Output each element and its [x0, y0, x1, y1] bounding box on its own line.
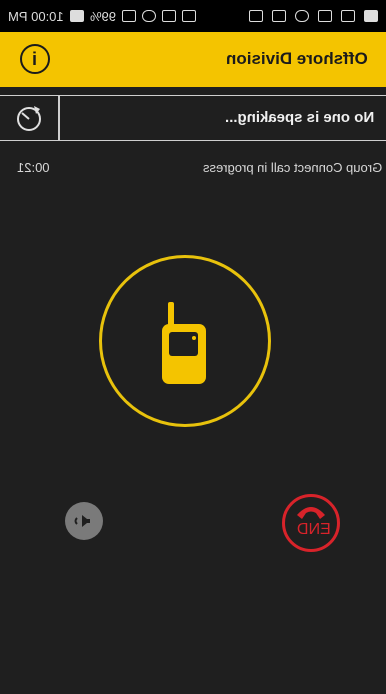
call-timer: 00:21: [17, 160, 50, 175]
message-icon: [364, 10, 378, 22]
wifi-icon: [141, 10, 156, 22]
end-label: END: [297, 521, 331, 538]
image-icon: [318, 10, 332, 22]
speaker-icon: [74, 515, 90, 527]
back-icon: [341, 10, 355, 22]
device-ring: [99, 255, 271, 427]
speaker-status: No one is speaking...: [224, 109, 374, 126]
battery-icon: [69, 10, 84, 22]
status-time: 10:00 PM: [8, 8, 64, 24]
page-title: Offshore Division: [226, 49, 368, 68]
status-bar: 10:00 PM 99%: [0, 0, 386, 32]
title-bar: i Offshore Division: [0, 32, 386, 87]
speaker-bar: No one is speaking...: [0, 95, 386, 141]
nfc-icon: [161, 10, 176, 22]
end-call-button[interactable]: END: [282, 494, 340, 552]
call-status: Group Connect call in progress: [202, 160, 382, 175]
call-status-row: 00:21 Group Connect call in progress: [0, 160, 386, 182]
bluetooth-icon: [181, 10, 196, 22]
status-bar-right: [249, 10, 378, 22]
battery-level: 99%: [89, 8, 116, 24]
speaker-button[interactable]: [65, 502, 103, 540]
status-bar-left: 10:00 PM 99%: [8, 9, 196, 24]
info-icon[interactable]: i: [20, 44, 50, 74]
refresh-icon: [17, 106, 41, 131]
screenshot-icon: [249, 10, 263, 22]
radio-device-icon: [162, 302, 206, 384]
refresh-button[interactable]: [0, 96, 60, 140]
signal-icon: [121, 10, 136, 22]
document-icon: [272, 10, 286, 22]
phone-hangup-icon: [297, 507, 325, 519]
app-icon: [295, 10, 309, 22]
